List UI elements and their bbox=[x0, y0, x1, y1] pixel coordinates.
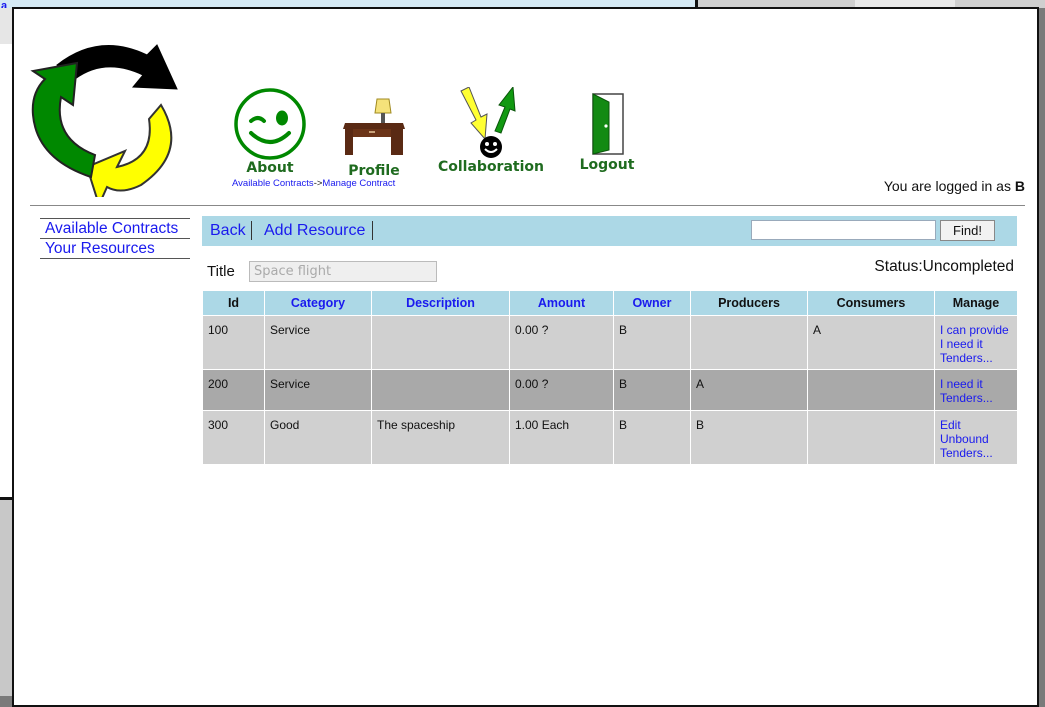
nav-profile[interactable]: Profile bbox=[334, 97, 414, 179]
logged-in-prefix: You are logged in as bbox=[883, 178, 1011, 194]
column-header-description[interactable]: Description bbox=[371, 290, 510, 316]
column-header-producers: Producers bbox=[690, 290, 808, 316]
tenders-link[interactable]: Tenders... bbox=[940, 446, 1013, 460]
cell-owner: B bbox=[613, 369, 691, 411]
add-resource-link[interactable]: Add Resource bbox=[264, 222, 365, 240]
tenders-link[interactable]: Tenders... bbox=[940, 351, 1013, 365]
logged-in-status: You are logged in as B bbox=[884, 178, 1025, 194]
cell-description bbox=[371, 315, 510, 370]
resources-table: Id Category Description Amount Owner Pro… bbox=[202, 290, 1018, 465]
unbound-link[interactable]: Unbound bbox=[940, 432, 1013, 446]
nav-profile-label: Profile bbox=[348, 163, 400, 179]
cell-producers: A bbox=[690, 369, 808, 411]
column-header-category[interactable]: Category bbox=[264, 290, 372, 316]
cell-category: Service bbox=[264, 369, 372, 411]
cell-manage: Edit Unbound Tenders... bbox=[934, 410, 1018, 465]
cell-id: 300 bbox=[202, 410, 265, 465]
column-header-consumers: Consumers bbox=[807, 290, 935, 316]
table-row: 100 Service 0.00 ? B A I can provide I n… bbox=[202, 315, 1018, 370]
cell-description bbox=[371, 369, 510, 411]
title-input[interactable] bbox=[249, 261, 437, 282]
collaboration-arrows-icon bbox=[460, 87, 516, 158]
status-value: Uncompleted bbox=[922, 258, 1014, 275]
table-row: 300 Good The spaceship 1.00 Each B B Edi… bbox=[202, 410, 1018, 465]
column-header-owner[interactable]: Owner bbox=[613, 290, 691, 316]
i-can-provide-link[interactable]: I can provide bbox=[940, 323, 1013, 337]
nav-logout-label: Logout bbox=[579, 157, 635, 173]
cell-consumers bbox=[807, 410, 935, 465]
i-need-it-link[interactable]: I need it bbox=[940, 377, 1013, 391]
cell-category: Good bbox=[264, 410, 372, 465]
breadcrumb-available-contracts[interactable]: Available Contracts bbox=[232, 178, 314, 189]
cell-amount: 1.00 Each bbox=[509, 410, 614, 465]
table-header-row: Id Category Description Amount Owner Pro… bbox=[202, 290, 1018, 316]
recycle-arrows-logo bbox=[30, 44, 178, 197]
cell-owner: B bbox=[613, 315, 691, 370]
contract-status: Status:Uncompleted bbox=[874, 258, 1014, 276]
cell-manage: I can provide I need it Tenders... bbox=[934, 315, 1018, 370]
cell-amount: 0.00 ? bbox=[509, 315, 614, 370]
winking-smiley-icon bbox=[234, 88, 306, 160]
back-link[interactable]: Back bbox=[210, 222, 246, 240]
header-divider bbox=[30, 205, 1025, 206]
door-icon bbox=[592, 93, 624, 155]
cell-owner: B bbox=[613, 410, 691, 465]
cell-producers bbox=[690, 315, 808, 370]
contract-toolbar: Back Add Resource Find! bbox=[202, 216, 1017, 246]
edit-link[interactable]: Edit bbox=[940, 418, 1013, 432]
main-window: About Profile Collaboration Logout Avail… bbox=[12, 7, 1039, 707]
toolbar-separator bbox=[251, 221, 252, 240]
nav-about-label: About bbox=[246, 160, 294, 176]
cell-id: 100 bbox=[202, 315, 265, 370]
column-header-manage: Manage bbox=[934, 290, 1018, 316]
sidebar: Available Contracts Your Resources bbox=[40, 218, 190, 259]
cell-id: 200 bbox=[202, 369, 265, 411]
nav-logout[interactable]: Logout bbox=[567, 92, 647, 173]
cell-manage: I need it Tenders... bbox=[934, 369, 1018, 411]
title-label: Title bbox=[207, 263, 235, 280]
logged-in-username: B bbox=[1014, 178, 1025, 194]
column-header-id: Id bbox=[202, 290, 265, 316]
cell-amount: 0.00 ? bbox=[509, 369, 614, 411]
status-label: Status: bbox=[874, 258, 923, 275]
nav-collaboration-label: Collaboration bbox=[437, 159, 544, 175]
nav-about[interactable]: About bbox=[230, 87, 310, 176]
cell-category: Service bbox=[264, 315, 372, 370]
table-row: 200 Service 0.00 ? B A I need it Tenders… bbox=[202, 369, 1018, 411]
breadcrumb: Available Contracts->Manage Contract bbox=[232, 178, 395, 189]
breadcrumb-manage-contract[interactable]: Manage Contract bbox=[322, 178, 395, 189]
search-input[interactable] bbox=[751, 220, 936, 240]
desk-with-lamp-icon bbox=[343, 98, 405, 155]
column-header-amount[interactable]: Amount bbox=[509, 290, 614, 316]
sidebar-item-your-resources[interactable]: Your Resources bbox=[40, 239, 190, 259]
cell-description: The spaceship bbox=[371, 410, 510, 465]
cell-producers: B bbox=[690, 410, 808, 465]
cell-consumers: A bbox=[807, 315, 935, 370]
find-button[interactable]: Find! bbox=[940, 220, 995, 241]
i-need-it-link[interactable]: I need it bbox=[940, 337, 1013, 351]
sidebar-item-available-contracts[interactable]: Available Contracts bbox=[40, 218, 190, 239]
tenders-link[interactable]: Tenders... bbox=[940, 391, 1013, 405]
toolbar-separator bbox=[372, 221, 373, 240]
cell-consumers bbox=[807, 369, 935, 411]
nav-collaboration[interactable]: Collaboration bbox=[434, 87, 548, 175]
